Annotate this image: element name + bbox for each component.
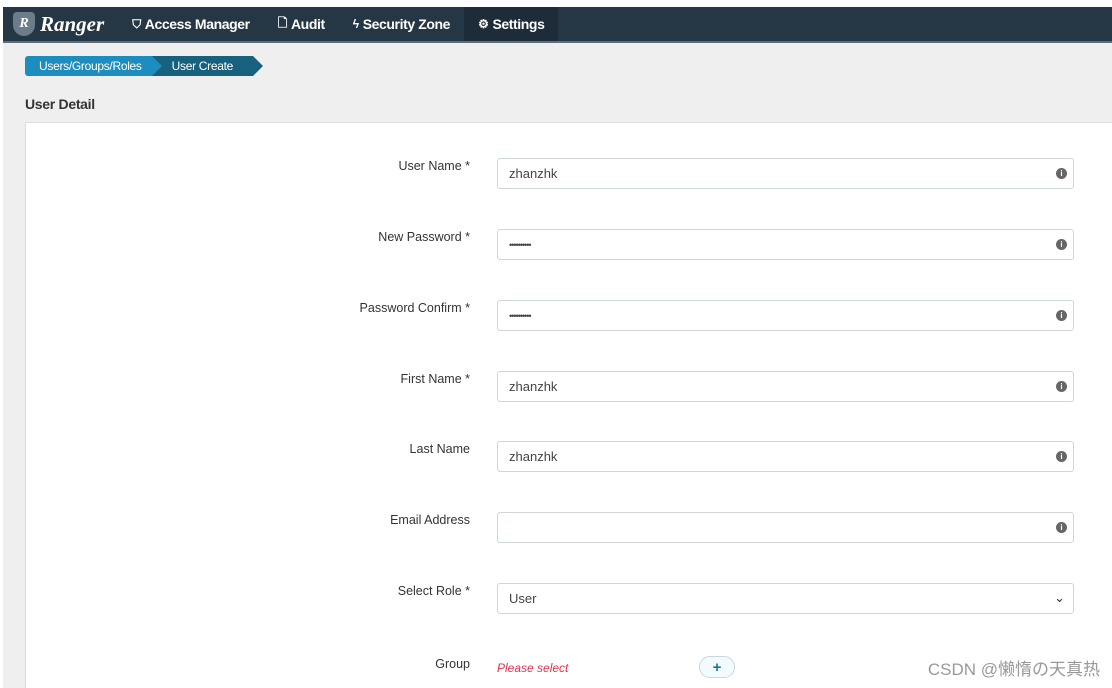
breadcrumb: Users/Groups/Roles User Create bbox=[25, 56, 264, 76]
role-value: User bbox=[509, 591, 537, 606]
password-confirm-input[interactable]: •••••••••• i bbox=[497, 300, 1074, 331]
page: R Ranger ⛉ Access Manager 🗋 Audit ϟ Securit… bbox=[3, 7, 1112, 688]
brand-name: Ranger bbox=[40, 11, 105, 36]
chevron-down-icon: ⌄ bbox=[1054, 590, 1065, 605]
file-icon: 🗋 bbox=[277, 15, 288, 30]
new-password-value: •••••••••• bbox=[509, 239, 531, 250]
info-icon[interactable]: i bbox=[1056, 310, 1067, 321]
add-group-button[interactable]: + bbox=[699, 656, 735, 678]
info-icon[interactable]: i bbox=[1056, 168, 1067, 179]
new-password-input[interactable]: •••••••••• i bbox=[497, 229, 1074, 260]
password-confirm-value: •••••••••• bbox=[509, 310, 531, 321]
user-name-row: User Name * zhanzhk i bbox=[26, 158, 1112, 189]
last-name-row: Last Name zhanzhk i bbox=[26, 441, 1112, 472]
nav-access-manager[interactable]: ⛉ Access Manager bbox=[118, 7, 264, 41]
nav-audit[interactable]: 🗋 Audit bbox=[264, 7, 339, 41]
plus-icon: + bbox=[712, 658, 722, 676]
top-nav: R Ranger ⛉ Access Manager 🗋 Audit ϟ Securit… bbox=[3, 7, 1112, 43]
user-detail-form: User Name * zhanzhk i New Password * ••••… bbox=[25, 122, 1112, 688]
first-name-value: zhanzhk bbox=[509, 379, 558, 394]
nav-label: Access Manager bbox=[144, 16, 250, 32]
password-confirm-row: Password Confirm * •••••••••• i bbox=[26, 300, 1112, 331]
role-label: Select Role * bbox=[397, 584, 470, 598]
new-password-row: New Password * •••••••••• i bbox=[26, 229, 1112, 260]
first-name-row: First Name * zhanzhk i bbox=[26, 371, 1112, 402]
first-name-label: First Name * bbox=[400, 372, 470, 386]
breadcrumb-users-groups-roles[interactable]: Users/Groups/Roles bbox=[25, 56, 162, 76]
group-select[interactable]: Please select bbox=[497, 661, 568, 675]
new-password-label: New Password * bbox=[378, 230, 470, 244]
watermark: CSDN @懒惰の天真热 bbox=[927, 660, 1100, 679]
password-confirm-label: Password Confirm * bbox=[359, 301, 470, 315]
role-row: Select Role * User ⌄ bbox=[26, 583, 1112, 614]
info-icon[interactable]: i bbox=[1056, 451, 1067, 462]
nav-label: Settings bbox=[492, 16, 545, 32]
page-title: User Detail bbox=[25, 96, 95, 112]
last-name-input[interactable]: zhanzhk i bbox=[497, 441, 1074, 472]
email-row: Email Address i bbox=[26, 512, 1112, 543]
nav-label: Security Zone bbox=[362, 16, 451, 32]
ranger-logo-icon: R bbox=[13, 12, 35, 36]
gear-icon: ⚙ bbox=[478, 17, 489, 31]
bolt-icon: ϟ bbox=[352, 17, 359, 31]
last-name-label: Last Name bbox=[409, 442, 470, 456]
breadcrumb-user-create: User Create bbox=[151, 56, 264, 76]
info-icon[interactable]: i bbox=[1056, 381, 1067, 392]
nav-settings[interactable]: ⚙ Settings bbox=[464, 7, 559, 41]
last-name-value: zhanzhk bbox=[509, 449, 558, 464]
user-name-input[interactable]: zhanzhk i bbox=[497, 158, 1074, 189]
user-name-value: zhanzhk bbox=[509, 166, 558, 181]
email-input[interactable]: i bbox=[497, 512, 1074, 543]
role-select[interactable]: User ⌄ bbox=[497, 583, 1074, 614]
shield-icon: ⛉ bbox=[132, 16, 141, 31]
brand-logo[interactable]: R Ranger bbox=[3, 7, 118, 41]
group-label: Group bbox=[435, 657, 470, 671]
nav-label: Audit bbox=[290, 16, 325, 32]
info-icon[interactable]: i bbox=[1056, 239, 1067, 250]
info-icon[interactable]: i bbox=[1056, 522, 1067, 533]
email-label: Email Address bbox=[390, 513, 470, 527]
nav-security-zone[interactable]: ϟ Security Zone bbox=[339, 7, 464, 41]
user-name-label: User Name * bbox=[398, 159, 470, 173]
first-name-input[interactable]: zhanzhk i bbox=[497, 371, 1074, 402]
